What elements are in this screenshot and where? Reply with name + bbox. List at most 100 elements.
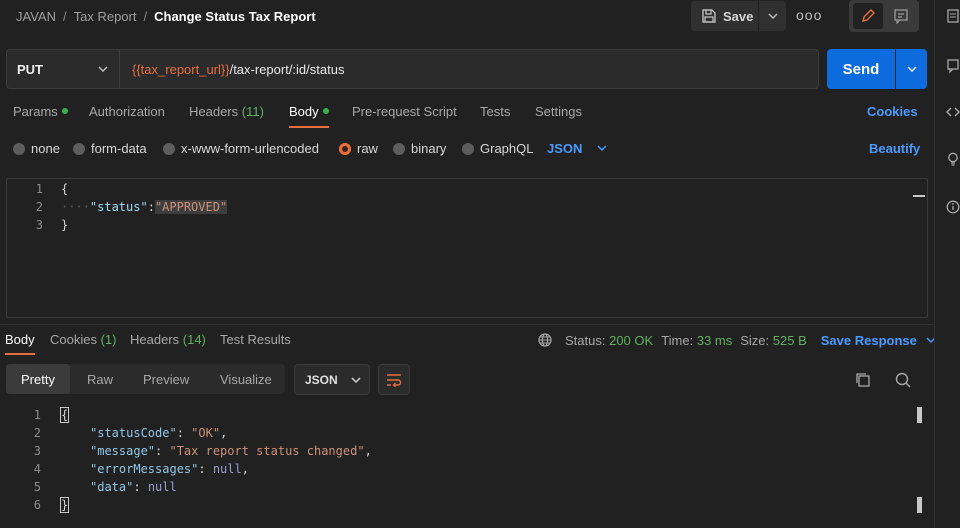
json-key: "statusCode" — [90, 426, 177, 440]
body-type-none[interactable]: none — [13, 141, 60, 156]
body-type-raw[interactable]: raw — [339, 141, 378, 156]
scrollbar-marker[interactable] — [917, 407, 922, 423]
headers-count: (11) — [241, 104, 264, 119]
breadcrumb-separator: / — [62, 9, 67, 24]
size-label: Size: 525 B — [740, 333, 807, 348]
request-body-editor[interactable]: 1 2 3 { ····"status":"APPROVED" } — [6, 178, 928, 318]
body-indicator — [322, 108, 329, 114]
time-label: Time: 33 ms — [661, 333, 732, 348]
body-format-value: JSON — [547, 141, 583, 156]
response-headers-count: (14) — [182, 332, 206, 347]
tab-authorization[interactable]: Authorization — [89, 104, 165, 119]
radio-icon — [73, 142, 85, 155]
comments-mode-button[interactable] — [887, 3, 915, 29]
search-icon[interactable] — [894, 371, 912, 389]
response-view-tabs: Pretty Raw Preview Visualize — [6, 364, 285, 394]
tab-response-body[interactable]: Body — [5, 332, 35, 347]
view-visualize[interactable]: Visualize — [220, 364, 272, 394]
documentation-icon[interactable] — [945, 8, 960, 24]
beautify-link[interactable]: Beautify — [869, 141, 920, 156]
radio-label: form-data — [91, 141, 147, 156]
breadcrumb-collection[interactable]: Tax Report — [74, 9, 137, 24]
url-path: /tax-report/:id/status — [229, 61, 345, 77]
active-tab-indicator — [289, 126, 329, 128]
json-key: "status" — [89, 200, 148, 214]
tab-settings[interactable]: Settings — [535, 104, 582, 119]
line-number: 4 — [33, 462, 41, 476]
body-type-urlencoded[interactable]: x-www-form-urlencoded — [163, 141, 319, 156]
line-number: 1 — [35, 182, 43, 196]
comments-icon[interactable] — [945, 58, 960, 74]
save-icon — [702, 9, 716, 23]
active-response-tab-indicator — [5, 353, 35, 355]
cookies-link[interactable]: Cookies — [867, 104, 918, 119]
time-value: 33 ms — [696, 332, 733, 348]
response-body-viewer[interactable]: 1 2 3 4 5 6 { "statusCode": "OK", "messa… — [0, 405, 934, 528]
json-value: "APPROVED" — [154, 200, 228, 214]
scrollbar-marker[interactable] — [917, 497, 922, 513]
info-icon[interactable] — [945, 199, 960, 215]
save-button[interactable]: Save — [691, 1, 758, 31]
code-icon[interactable] — [945, 104, 960, 120]
body-type-graphql[interactable]: GraphQL — [462, 141, 533, 156]
tab-response-cookies[interactable]: Cookies (1) — [50, 332, 116, 347]
scrollbar[interactable] — [913, 195, 925, 197]
status-label: Status: 200 OK — [565, 333, 653, 348]
code-line: } — [61, 218, 69, 232]
json-colon: : — [147, 200, 155, 214]
tab-response-headers[interactable]: Headers (14) — [130, 332, 206, 347]
body-format-select[interactable]: JSON — [547, 141, 608, 156]
radio-label: raw — [357, 141, 378, 156]
response-meta: Status: 200 OK Time: 33 ms Size: 525 B S… — [537, 332, 937, 348]
body-type-form-data[interactable]: form-data — [73, 141, 147, 156]
tab-body[interactable]: Body — [289, 104, 329, 119]
lightbulb-icon[interactable] — [945, 151, 960, 167]
globe-icon[interactable] — [537, 332, 553, 348]
wrap-lines-button[interactable] — [378, 364, 410, 395]
chevron-down-icon — [351, 376, 361, 383]
request-workspace: JAVAN / Tax Report / Change Status Tax Repor… — [0, 0, 937, 528]
chevron-down-icon — [767, 13, 778, 20]
json-key: "errorMessages" — [90, 462, 199, 476]
chevron-down-icon — [98, 66, 108, 73]
view-preview[interactable]: Preview — [143, 364, 189, 394]
view-raw[interactable]: Raw — [87, 364, 113, 394]
view-pretty[interactable]: Pretty — [6, 364, 70, 394]
request-name[interactable]: Change Status Tax Report — [154, 9, 316, 24]
tab-params[interactable]: Params — [13, 104, 68, 119]
request-header: JAVAN / Tax Report / Change Status Tax Repor… — [0, 0, 934, 34]
save-response-label: Save Response — [820, 332, 917, 348]
status-value: 200 OK — [609, 332, 654, 348]
tab-headers[interactable]: Headers (11) — [189, 104, 264, 119]
line-number: 5 — [33, 480, 41, 494]
response-format-select[interactable]: JSON — [294, 364, 370, 395]
save-response-button[interactable]: Save Response — [821, 333, 937, 348]
body-type-binary[interactable]: binary — [393, 141, 446, 156]
tab-test-results[interactable]: Test Results — [220, 332, 291, 347]
json-value: null — [212, 462, 242, 476]
response-line: "message": "Tax report status changed", — [90, 444, 372, 458]
url-input[interactable]: {{tax_report_url}}/tax-report/:id/status — [120, 49, 819, 89]
pane-divider[interactable] — [0, 324, 934, 325]
response-line: "data": null — [90, 480, 177, 494]
radio-label: x-www-form-urlencoded — [181, 141, 319, 156]
breadcrumb-workspace[interactable]: JAVAN — [16, 9, 56, 24]
edit-mode-button[interactable] — [853, 3, 883, 29]
send-button[interactable]: Send — [827, 49, 895, 89]
copy-icon[interactable] — [854, 371, 872, 389]
tab-label: Body — [289, 104, 319, 119]
send-options-button[interactable] — [896, 49, 927, 89]
tab-pre-request-script[interactable]: Pre-request Script — [352, 104, 457, 119]
json-key: "message" — [90, 444, 156, 458]
line-number: 3 — [35, 218, 43, 232]
save-label: Save — [723, 8, 754, 24]
more-actions-button[interactable]: ooo — [796, 8, 821, 24]
tab-tests[interactable]: Tests — [480, 104, 510, 119]
label: Status: — [565, 332, 606, 348]
response-line: "statusCode": "OK", — [90, 426, 228, 440]
size-value: 525 B — [772, 332, 807, 348]
save-options-button[interactable] — [759, 1, 786, 31]
method-select[interactable]: PUT — [6, 49, 120, 89]
json-comma: , — [220, 426, 228, 440]
tab-label: Headers — [130, 332, 180, 347]
